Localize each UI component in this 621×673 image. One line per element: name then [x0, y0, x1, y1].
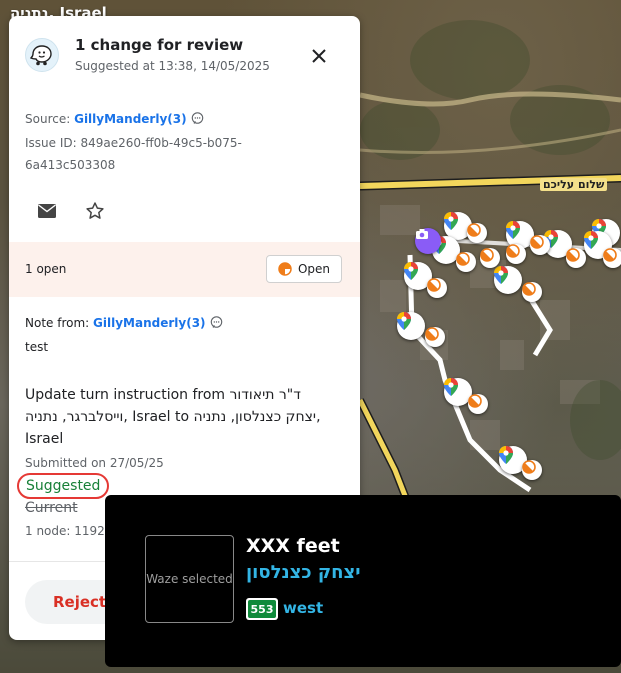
- note-label: Note from:: [25, 316, 90, 330]
- map-issue-marker-icon[interactable]: [456, 252, 476, 272]
- open-status-bar: 1 open Open: [9, 242, 360, 297]
- mail-icon: [38, 204, 56, 218]
- panel-title: 1 change for review: [75, 36, 244, 54]
- panel-header: 1 change for review Suggested at 13:38, …: [9, 16, 360, 96]
- map-issue-marker-icon[interactable]: [425, 327, 445, 347]
- email-button[interactable]: [35, 199, 59, 223]
- map-issue-marker-icon[interactable]: [566, 248, 586, 268]
- distance-label: XXX feet: [246, 535, 340, 557]
- source-label: Source:: [25, 112, 71, 126]
- map-issue-marker-icon[interactable]: [506, 244, 526, 264]
- close-icon: [312, 49, 326, 63]
- node-info: 1 node: 11920: [25, 524, 113, 538]
- note-section: Note from: GillyManderly(3) test: [25, 316, 355, 354]
- star-icon: [86, 202, 104, 219]
- road-shield-number: 553: [248, 600, 276, 618]
- note-user-link[interactable]: GillyManderly(3): [93, 316, 206, 330]
- issue-meta: Source: GillyManderly(3) Issue ID: 849ae…: [25, 108, 350, 176]
- half-circle-status-icon: [278, 262, 292, 276]
- waze-logo-icon: [25, 38, 59, 72]
- map-issue-marker-icon[interactable]: [522, 460, 542, 480]
- map-place-pin-icon[interactable]: [494, 266, 522, 294]
- open-count: 1 open: [25, 262, 67, 276]
- favorite-button[interactable]: [83, 199, 107, 223]
- issue-id-line2: 6a413c503308: [25, 158, 116, 172]
- map-issue-marker-icon[interactable]: [427, 278, 447, 298]
- map-place-pin-icon[interactable]: [397, 312, 425, 340]
- map-issue-marker-icon[interactable]: [468, 394, 488, 414]
- open-button-label: Open: [297, 262, 331, 276]
- note-text: test: [25, 340, 49, 354]
- submitted-date: Submitted on 27/05/25: [25, 456, 164, 470]
- panel-subtitle: Suggested at 13:38, 14/05/2025: [75, 59, 270, 73]
- waze-selected-box[interactable]: Waze selected: [145, 535, 234, 623]
- suggested-tab[interactable]: Suggested: [17, 473, 110, 499]
- issue-id-line1: Issue ID: 849ae260-ff0b-49c5-b075-: [25, 136, 242, 150]
- map-issue-marker-icon[interactable]: [467, 223, 487, 243]
- comment-icon[interactable]: [191, 110, 204, 132]
- map-issue-marker-icon[interactable]: [603, 248, 621, 268]
- map-issue-marker-icon[interactable]: [522, 282, 542, 302]
- source-user-link[interactable]: GillyManderly(3): [74, 112, 187, 126]
- direction-label: west: [283, 599, 324, 617]
- street-label-shalom-aleichem: שלום עליכם: [540, 178, 608, 191]
- road-shield: 553: [246, 598, 278, 620]
- change-description: Update turn instruction from ד"ר תיאודור…: [25, 387, 321, 447]
- note-comment-icon[interactable]: [210, 316, 223, 332]
- map-issue-marker-icon[interactable]: [480, 248, 500, 268]
- street-name: יצחק כצנלסון: [246, 562, 361, 583]
- issue-actions: [35, 199, 107, 225]
- map-issue-marker-icon[interactable]: [530, 235, 550, 255]
- camera-marker-icon[interactable]: [415, 228, 441, 254]
- turn-instruction-preview: Waze selected XXX feet יצחק כצנלסון 553 …: [105, 495, 621, 667]
- open-button[interactable]: Open: [266, 255, 342, 283]
- current-tab[interactable]: Current: [25, 500, 78, 516]
- source-line: Source: GillyManderly(3): [25, 108, 350, 132]
- close-button[interactable]: [305, 42, 333, 70]
